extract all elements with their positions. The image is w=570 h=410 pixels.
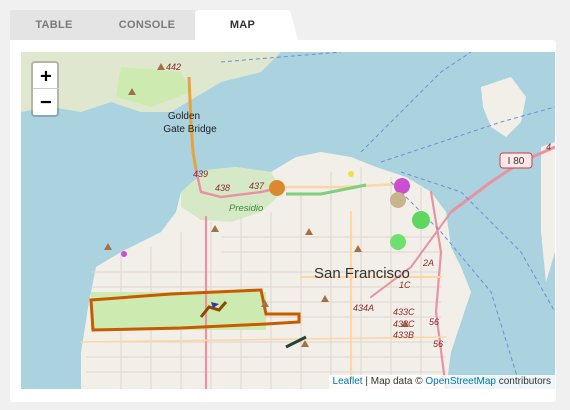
- marker-small: [121, 251, 127, 257]
- land-eastbay: [541, 142, 555, 282]
- label-presidio: Presidio: [229, 203, 263, 214]
- route-label: 433B: [393, 330, 414, 340]
- label-golden: Golden: [168, 111, 200, 122]
- map-tiles: I 80 Golden Gate Bridge Presidio San Fra…: [21, 52, 555, 389]
- zoom-in-button[interactable]: +: [33, 63, 59, 89]
- i80-label: I 80: [508, 156, 525, 167]
- tab-table[interactable]: TABLE: [10, 10, 106, 40]
- marker-magenta: [394, 178, 410, 194]
- route-label: 433C: [393, 307, 415, 317]
- marker-yellow: [348, 171, 354, 177]
- map-attribution: Leaflet | Map data © OpenStreetMap contr…: [328, 375, 555, 389]
- route-label: 56: [429, 317, 439, 327]
- zoom-out-button[interactable]: −: [33, 89, 59, 115]
- label-san-francisco: San Francisco: [314, 265, 410, 282]
- leaflet-link[interactable]: Leaflet: [333, 376, 363, 387]
- route-label: 1C: [399, 280, 411, 290]
- tab-bar: TABLE CONSOLE MAP: [0, 0, 556, 40]
- marker-tan: [390, 192, 406, 208]
- tab-console[interactable]: CONSOLE: [92, 10, 210, 40]
- route-label: 56: [433, 339, 443, 349]
- attribution-suffix: contributors: [495, 376, 551, 387]
- zoom-control: + −: [31, 61, 59, 117]
- label-gate-bridge: Gate Bridge: [163, 124, 217, 135]
- route-label: 2A: [422, 258, 434, 268]
- route-label: 4: [546, 142, 551, 152]
- map-view[interactable]: I 80 Golden Gate Bridge Presidio San Fra…: [21, 52, 555, 389]
- attribution-separator: | Map data ©: [362, 376, 426, 387]
- land-treasure-island: [481, 77, 526, 137]
- tab-map[interactable]: MAP: [195, 10, 298, 40]
- route-label: 434A: [353, 303, 374, 313]
- route-label: 439: [193, 169, 208, 179]
- route-label: 438: [215, 183, 230, 193]
- route-label: 437: [249, 181, 265, 191]
- route-label: 433C: [393, 319, 415, 329]
- route-label: 442: [166, 62, 181, 72]
- marker-green-1: [412, 211, 430, 229]
- marker-orange: [269, 180, 285, 196]
- marker-green-2: [390, 234, 406, 250]
- osm-link[interactable]: OpenStreetMap: [425, 376, 496, 387]
